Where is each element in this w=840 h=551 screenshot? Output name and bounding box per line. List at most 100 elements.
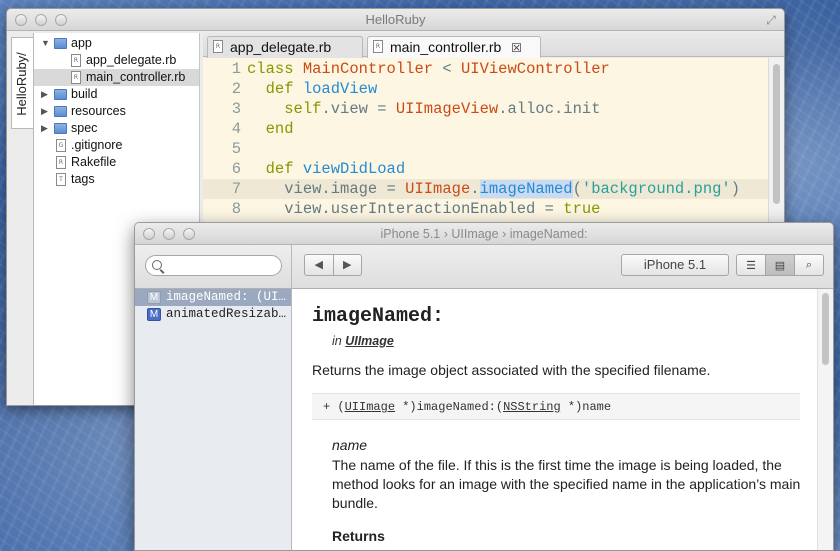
code-token: class [247,60,294,78]
disclosure-collapsed-icon[interactable]: ▶ [41,120,51,137]
tree-item-label: app_delegate.rb [86,53,177,67]
tree-item-app[interactable]: ▼ app [34,35,199,52]
code-token: UIViewController [460,60,610,78]
decl-part: *)name [560,400,612,414]
tree-item-main-controller[interactable]: R main_controller.rb [34,69,199,86]
method-label: imageNamed: (UI… [166,290,287,304]
line-number: 8 [231,200,241,218]
editor-tab-bar: R app_delegate.rb R main_controller.rb ☒ [203,33,784,58]
code-line: 4 end [203,119,768,139]
folder-icon [54,38,67,49]
disclosure-expanded-icon[interactable]: ▼ [41,35,51,52]
class-prefix: in [332,334,346,348]
tree-item-label: tags [71,172,95,186]
returns-heading: Returns [332,528,385,544]
tree-item-label: app [71,36,92,50]
view-mode-selector: ☰ ▤ ⌕ [736,254,824,276]
method-item-animated-resizable[interactable]: M animatedResizab… [135,306,291,323]
decl-part: + ( [323,400,345,414]
method-item-image-named[interactable]: M imageNamed: (UI… [135,289,291,306]
editor-titlebar[interactable]: HelloRuby ⤢ [7,9,784,31]
code-token: view.userInteractionEnabled = [284,200,564,218]
generic-file-icon: G [56,139,66,152]
tree-item-build[interactable]: ▶ build [34,86,199,103]
tree-item-resources[interactable]: ▶ resources [34,103,199,120]
sdk-selector-button[interactable]: iPhone 5.1 [621,254,729,276]
method-list: M imageNamed: (UI… M animatedResizab… [135,289,292,550]
code-token: UIImageView [395,100,499,118]
back-button[interactable]: ◀ [305,255,333,275]
code-token: < [433,60,461,78]
minimize-window-button[interactable] [163,228,175,240]
project-sidebar-tab[interactable]: HelloRuby/ [11,37,33,129]
tree-item-spec[interactable]: ▶ spec [34,120,199,137]
doc-summary: Returns the image object associated with… [312,362,711,378]
code-token: UIImage [405,180,471,198]
ruby-file-icon: R [373,40,383,53]
code-line: 2 def loadView [203,79,768,99]
tree-item-tags[interactable]: T tags [34,171,199,188]
tree-item-app-delegate[interactable]: R app_delegate.rb [34,52,199,69]
ruby-file-icon: R [56,156,66,169]
forward-button[interactable]: ▶ [332,255,362,275]
list-view-icon[interactable]: ☰ [737,255,765,275]
minimize-window-button[interactable] [35,14,47,26]
code-line: 5 [203,139,768,159]
tab-app-delegate[interactable]: R app_delegate.rb [207,36,363,58]
parameter-description: The name of the file. If this is the fir… [332,457,801,511]
tree-item-label: Rakefile [71,155,117,169]
window-title: HelloRuby [365,12,426,27]
scrollbar-thumb[interactable] [822,293,829,365]
line-number: 6 [231,160,241,178]
folder-icon [54,89,67,100]
line-number: 3 [231,100,241,118]
tab-main-controller[interactable]: R main_controller.rb ☒ [367,36,541,58]
search-input[interactable] [145,255,282,276]
zoom-window-button[interactable] [55,14,67,26]
search-view-icon[interactable]: ⌕ [794,255,823,275]
code-token: view.image = [284,180,406,198]
method-icon: M [147,308,161,321]
window-controls [143,228,195,240]
disclosure-collapsed-icon[interactable]: ▶ [41,86,51,103]
doc-titlebar[interactable]: iPhone 5.1 › UIImage › imageNamed: [135,223,833,245]
code-token: true [563,200,601,218]
close-window-button[interactable] [15,14,27,26]
code-line: 6 def viewDidLoad [203,159,768,179]
zoom-window-button[interactable] [183,228,195,240]
tree-item-gitignore[interactable]: G .gitignore [34,137,199,154]
tree-item-rakefile[interactable]: R Rakefile [34,154,199,171]
line-number: 5 [231,140,241,158]
close-tab-icon[interactable]: ☒ [511,41,522,55]
scrollbar-thumb[interactable] [773,64,780,204]
code-line-current: 7 view.image = UIImage.imageNamed('backg… [203,179,768,199]
window-controls [15,14,67,26]
code-token: 'background.png' [581,180,731,198]
code-line: 8 view.userInteractionEnabled = true [203,199,768,219]
folder-icon [54,123,67,134]
code-line: 3 self.view = UIImageView.alloc.init [203,99,768,119]
close-window-button[interactable] [143,228,155,240]
doc-scrollbar[interactable] [817,289,833,550]
decl-part: *)imageNamed:( [395,400,504,414]
split-view-icon[interactable]: ▤ [765,255,794,275]
code-token: end [265,120,294,138]
type-link[interactable]: NSString [503,400,561,414]
disclosure-collapsed-icon[interactable]: ▶ [41,103,51,120]
code-token: def [265,80,294,98]
code-token: .view = [321,100,396,118]
line-number: 4 [231,120,241,138]
method-declaration: + (UIImage *)imageNamed:(NSString *)name [312,393,800,420]
class-link[interactable]: UIImage [345,334,394,348]
fullscreen-icon[interactable]: ⤢ [764,13,778,27]
line-number: 2 [231,80,241,98]
tree-item-label: spec [71,121,98,135]
tree-item-label: .gitignore [71,138,123,152]
project-sidebar-label: HelloRuby/ [14,52,29,116]
type-link[interactable]: UIImage [345,400,395,414]
ruby-file-icon: R [71,54,81,67]
ruby-file-icon: R [71,71,81,84]
code-line: 1 class MainController < UIViewController [203,59,768,79]
doc-content: imageNamed: in UIImage Returns the image… [292,289,817,550]
tree-item-label: build [71,87,98,101]
